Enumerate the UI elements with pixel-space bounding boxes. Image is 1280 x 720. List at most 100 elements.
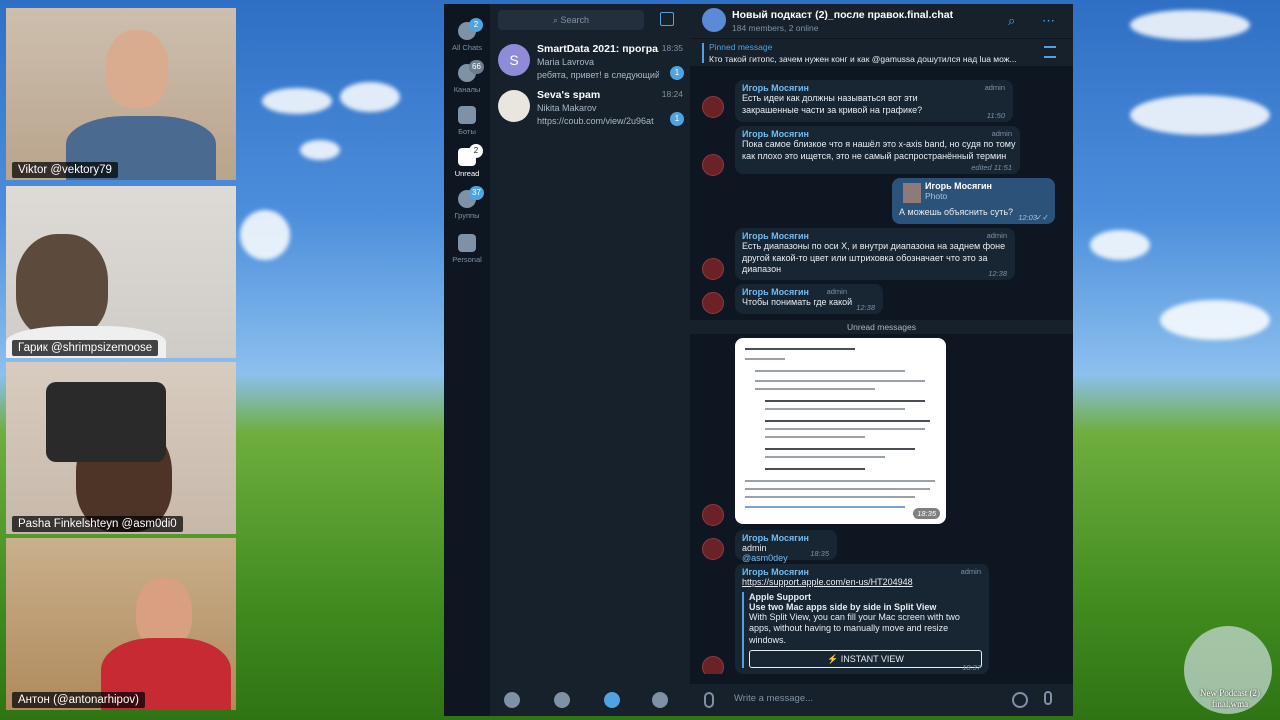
image-message[interactable]: 18:35	[735, 338, 946, 524]
chat-header: Новый подкаст (2)_после правок.final.cha…	[690, 4, 1073, 38]
message-sender[interactable]: Игорь Мосягин	[742, 287, 876, 297]
chat-list-item[interactable]: Seva's spam 18:24 Nikita Makarov https:/…	[490, 86, 690, 132]
chats-icon[interactable]	[604, 692, 620, 708]
message-bubble[interactable]: Игорь Мосягин admin @asm0dey 18:35	[735, 530, 837, 563]
contacts-icon[interactable]	[504, 692, 520, 708]
avatar	[702, 258, 724, 280]
doc-line	[765, 400, 925, 402]
folder-label: Каналы	[453, 85, 481, 94]
search-icon[interactable]: ⌕	[1008, 13, 1015, 29]
message-time: edited 11:51	[971, 163, 1012, 172]
read-checkmarks-icon: ✓✓	[1035, 213, 1049, 222]
reply-preview[interactable]: Игорь Мосягин Photo	[899, 181, 1048, 207]
search-placeholder: Search	[560, 15, 590, 25]
preview-site-name: Apple Support	[749, 591, 811, 602]
message-sender[interactable]: Игорь Мосягин	[742, 567, 982, 577]
message-time: 18:35	[810, 549, 829, 558]
folder-unread[interactable]: 2 Unread	[444, 144, 490, 178]
doc-line	[745, 480, 935, 482]
folder-label: All Chats	[451, 43, 482, 52]
chat-time: 18:24	[661, 89, 683, 99]
folder-all-chats[interactable]: 2 All Chats	[444, 18, 490, 52]
folder-channels[interactable]: 66 Каналы	[444, 60, 490, 94]
chat-title: Seva's spam	[537, 89, 601, 101]
chat-pane: Новый подкаст (2)_после правок.final.cha…	[690, 4, 1073, 716]
outgoing-message-bubble[interactable]: Игорь Мосягин Photo А можешь объяснить с…	[892, 178, 1055, 224]
doc-line	[745, 358, 785, 360]
message-time: 18:37	[962, 663, 981, 672]
bottom-nav	[490, 684, 690, 716]
microphone-icon[interactable]	[1044, 691, 1052, 705]
emoji-icon[interactable]	[1012, 692, 1028, 708]
message-bubble[interactable]: Игорь Мосягин admin Есть идеи как должны…	[735, 80, 1013, 122]
doc-line	[765, 428, 925, 430]
unread-badge: 1	[670, 66, 684, 80]
folder-icon	[458, 234, 476, 252]
link-message-bubble[interactable]: Игорь Мосягин admin https://support.appl…	[735, 564, 989, 674]
message-sender[interactable]: Игорь Мосягин	[742, 83, 1006, 93]
calls-icon[interactable]	[554, 692, 570, 708]
reply-thumbnail	[903, 183, 921, 203]
unread-badge: 37	[469, 186, 484, 200]
message-time: 12:03	[1018, 213, 1037, 222]
message-link[interactable]: https://support.apple.com/en-us/HT204948	[742, 577, 982, 589]
folder-label: Группы	[454, 211, 480, 220]
compose-icon[interactable]	[660, 12, 674, 26]
pinned-message[interactable]: Pinned message Кто такой гитопс, зачем н…	[690, 38, 1073, 66]
chat-list: ⌕ Search S SmartData 2021: програ... 18:…	[490, 4, 690, 674]
link-preview[interactable]: Apple Support Use two Mac apps side by s…	[742, 591, 982, 668]
doc-line	[765, 468, 865, 470]
pinned-label: Pinned message	[709, 42, 773, 52]
message-bubble[interactable]: Игорь Мосягин admin Чтобы понимать где к…	[735, 284, 883, 314]
desktop-file-label[interactable]: New Podcast (2) final.wma	[1188, 688, 1272, 710]
more-icon[interactable]: ⋯	[1042, 13, 1055, 29]
doc-line	[765, 436, 865, 438]
chat-header-title[interactable]: Новый подкаст (2)_после правок.final.cha…	[732, 9, 953, 21]
group-avatar[interactable]	[702, 8, 726, 32]
avatar	[702, 538, 724, 560]
instant-view-button[interactable]: ⚡ INSTANT VIEW	[749, 650, 982, 668]
folder-bots[interactable]: Боты	[444, 106, 490, 136]
settings-icon[interactable]	[652, 692, 668, 708]
avatar	[702, 96, 724, 118]
message-sender-name: Игорь Мосягин	[742, 533, 809, 543]
chat-avatar: S	[498, 44, 530, 76]
search-input[interactable]: ⌕ Search	[498, 10, 644, 30]
message-text: Пока самое близкое что я нашёл это x-axi…	[742, 139, 1016, 161]
message-bubble[interactable]: Игорь Мосягин admin Есть диапазоны по ос…	[735, 228, 1015, 280]
chat-sender: Maria Lavrova	[537, 57, 595, 67]
participant-head	[106, 30, 168, 108]
message-input[interactable]: Write a message...	[734, 693, 813, 704]
doc-line	[755, 380, 925, 382]
chat-preview: https://coub.com/view/2u96at	[537, 116, 654, 126]
message-bubble[interactable]: Игорь Мосягин admin Пока самое близкое ч…	[735, 126, 1020, 174]
chat-time: 18:35	[661, 43, 683, 53]
chat-list-item[interactable]: S SmartData 2021: програ... 18:35 Maria …	[490, 40, 690, 86]
message-role: admin	[986, 231, 1007, 240]
avatar	[702, 154, 724, 176]
folder-personal[interactable]: Personal	[444, 234, 490, 264]
desktop-cloud	[340, 82, 400, 112]
unread-badge: 66	[469, 60, 484, 74]
bots-icon	[458, 106, 476, 124]
unread-badge: 1	[670, 112, 684, 126]
attach-icon[interactable]	[704, 692, 714, 708]
participant-head	[16, 234, 108, 338]
pinned-bar	[702, 43, 704, 63]
message-sender[interactable]: Игорь Мосягин	[742, 231, 1008, 241]
doc-line	[765, 420, 930, 422]
unread-badge: 2	[469, 144, 483, 158]
participant-body	[46, 382, 166, 462]
doc-line	[755, 370, 905, 372]
folder-groups[interactable]: 37 Группы	[444, 186, 490, 220]
file-name-line: New Podcast (2)	[1200, 688, 1260, 698]
message-role: admin	[991, 129, 1012, 138]
pin-list-icon[interactable]	[1044, 46, 1056, 58]
file-name-line: final.wma	[1211, 699, 1249, 709]
pinned-text: Кто такой гитопс, зачем нужен конг и как…	[709, 54, 1017, 64]
doc-line	[745, 348, 855, 350]
preview-title: Use two Mac apps side by side in Split V…	[749, 601, 937, 612]
video-tile: Антон (@antonarhipov)	[6, 538, 236, 710]
message-time: 18:35	[913, 508, 940, 519]
message-sender[interactable]: Игорь Мосягин	[742, 129, 1013, 139]
